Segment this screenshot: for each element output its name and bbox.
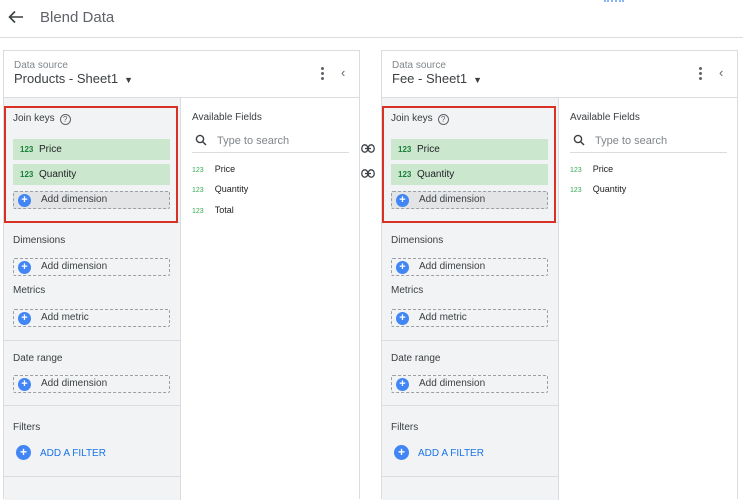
add-metric-label: Add metric — [41, 312, 89, 323]
more-vert-icon[interactable] — [696, 65, 704, 83]
search-icon — [573, 134, 585, 146]
add-filter-label: ADD A FILTER — [418, 448, 484, 459]
back-arrow-icon[interactable] — [7, 8, 25, 26]
date-range-title: Date range — [13, 353, 63, 364]
add-metric-label: Add metric — [419, 312, 467, 323]
number-type-icon: 123 — [192, 208, 204, 215]
data-source-name: Products - Sheet1 — [14, 71, 119, 86]
available-field[interactable]: 123 Quantity — [570, 184, 626, 194]
metrics-title: Metrics — [391, 285, 424, 296]
dropdown-caret-icon: ▼ — [473, 75, 483, 85]
date-range-title: Date range — [391, 353, 441, 364]
data-source-selector[interactable]: Products - Sheet1 ▼ — [14, 71, 133, 86]
add-metric-button[interactable]: + Add metric — [13, 309, 170, 327]
data-source-label: Data source — [392, 60, 446, 71]
available-fields-title: Available Fields — [192, 112, 262, 123]
link-icon[interactable] — [361, 169, 375, 178]
add-date-range-button[interactable]: + Add dimension — [391, 375, 548, 393]
add-icon: + — [18, 378, 31, 391]
available-field[interactable]: 123 Quantity — [192, 184, 248, 194]
add-icon: + — [16, 445, 31, 460]
panel-header: Data source Products - Sheet1 ▼ ‹ — [4, 51, 359, 98]
add-dimension-label: Add dimension — [419, 378, 486, 389]
field-search-input[interactable] — [217, 133, 345, 149]
link-icon[interactable] — [361, 144, 375, 153]
add-filter-button[interactable]: + ADD A FILTER — [394, 445, 484, 461]
search-icon — [195, 134, 207, 146]
add-icon: + — [396, 312, 409, 325]
dropdown-caret-icon: ▼ — [124, 75, 133, 85]
add-dimension-button[interactable]: + Add dimension — [391, 258, 548, 276]
field-search — [570, 131, 727, 153]
number-type-icon: 123 — [570, 187, 582, 194]
add-icon: + — [18, 312, 31, 325]
field-search-input[interactable] — [595, 133, 723, 149]
top-bar: Blend Data — [0, 0, 743, 38]
section-divider — [4, 405, 180, 406]
loading-dots — [604, 0, 624, 3]
add-dimension-label: Add dimension — [41, 378, 108, 389]
join-keys-highlight — [4, 106, 178, 223]
field-search — [192, 131, 349, 153]
collapse-panel-icon[interactable]: ‹ — [719, 65, 723, 80]
more-vert-icon[interactable] — [318, 65, 326, 83]
data-source-name: Fee - Sheet1 — [392, 71, 468, 86]
add-dimension-button[interactable]: + Add dimension — [13, 258, 170, 276]
section-divider — [4, 476, 180, 477]
join-keys-highlight — [382, 106, 556, 223]
number-type-icon: 123 — [192, 167, 204, 174]
collapse-panel-icon[interactable]: ‹ — [341, 65, 345, 80]
filters-title: Filters — [13, 422, 41, 433]
add-icon: + — [18, 261, 31, 274]
dimensions-title: Dimensions — [391, 235, 444, 246]
add-dimension-label: Add dimension — [419, 261, 486, 272]
field-name: Price — [214, 164, 236, 174]
add-icon: + — [396, 261, 409, 274]
section-divider — [382, 476, 558, 477]
panel-header: Data source Fee - Sheet1 ▼ ‹ — [382, 51, 737, 98]
section-divider — [382, 405, 558, 406]
available-field[interactable]: 123 Price — [192, 164, 235, 174]
dimensions-title: Dimensions — [13, 235, 66, 246]
number-type-icon: 123 — [192, 187, 204, 194]
add-filter-button[interactable]: + ADD A FILTER — [16, 445, 106, 461]
add-dimension-label: Add dimension — [41, 261, 108, 272]
field-name: Total — [214, 205, 234, 215]
field-name: Price — [592, 164, 614, 174]
field-name: Quantity — [592, 184, 627, 194]
section-divider — [382, 340, 558, 341]
field-name: Quantity — [214, 184, 249, 194]
add-filter-label: ADD A FILTER — [40, 448, 106, 459]
add-icon: + — [396, 378, 409, 391]
available-field[interactable]: 123 Price — [570, 164, 613, 174]
page-title: Blend Data — [40, 9, 115, 26]
add-date-range-button[interactable]: + Add dimension — [13, 375, 170, 393]
section-divider — [4, 340, 180, 341]
metrics-title: Metrics — [13, 285, 46, 296]
filters-title: Filters — [391, 422, 419, 433]
add-metric-button[interactable]: + Add metric — [391, 309, 548, 327]
available-field[interactable]: 123 Total — [192, 205, 234, 215]
data-source-selector[interactable]: Fee - Sheet1 ▼ — [392, 71, 482, 86]
available-fields-title: Available Fields — [570, 112, 640, 123]
data-source-label: Data source — [14, 60, 68, 71]
number-type-icon: 123 — [570, 167, 582, 174]
add-icon: + — [394, 445, 409, 460]
